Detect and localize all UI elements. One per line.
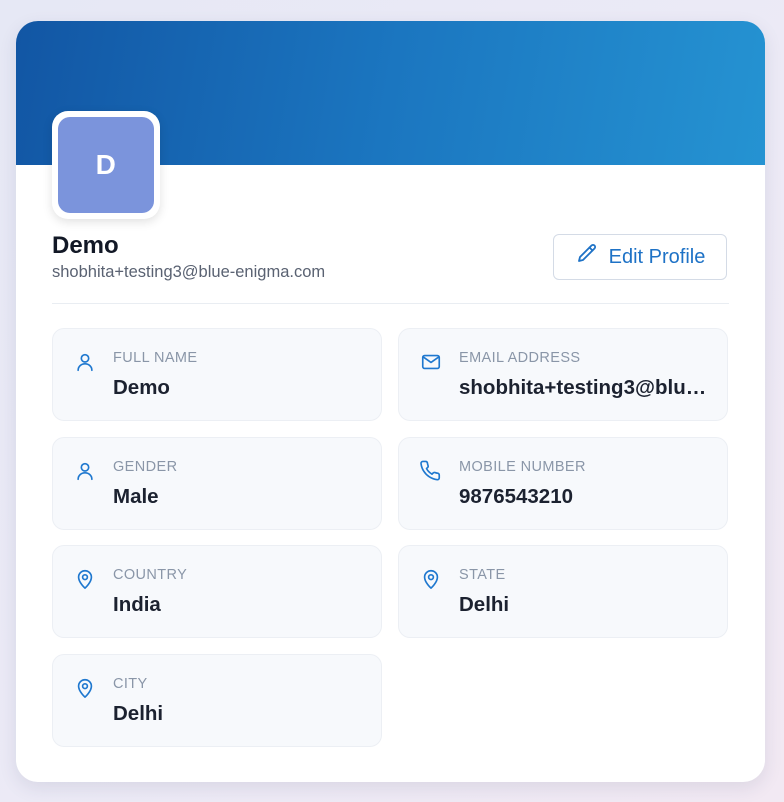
field-value: Male: [113, 485, 159, 508]
user-icon: [74, 460, 96, 482]
profile-name: Demo: [52, 232, 119, 259]
field-country: COUNTRY India: [52, 545, 382, 638]
field-label: FULL NAME: [113, 350, 198, 366]
field-label: COUNTRY: [113, 567, 188, 583]
field-value: Delhi: [459, 593, 510, 616]
field-value: Delhi: [113, 702, 164, 725]
field-label: GENDER: [113, 459, 178, 475]
field-value: India: [113, 593, 161, 616]
map-pin-icon: [420, 568, 442, 590]
field-email-address: EMAIL ADDRESS shobhita+testing3@blue-eni…: [398, 328, 728, 421]
field-label: EMAIL ADDRESS: [459, 350, 581, 366]
field-city: CITY Delhi: [52, 654, 382, 747]
field-value: Demo: [113, 376, 170, 399]
pencil-icon: [575, 242, 599, 272]
avatar-frame: D: [52, 111, 160, 219]
field-value: shobhita+testing3@blue-enigma.com: [459, 376, 711, 399]
avatar: D: [58, 117, 154, 213]
phone-icon: [420, 460, 442, 482]
divider: [52, 303, 729, 304]
edit-profile-button[interactable]: Edit Profile: [553, 234, 727, 280]
field-value: 9876543210: [459, 485, 574, 508]
map-pin-icon: [74, 677, 96, 699]
edit-profile-label: Edit Profile: [608, 245, 706, 268]
field-label: STATE: [459, 567, 506, 583]
profile-card: D Demo shobhita+testing3@blue-enigma.com…: [16, 21, 765, 782]
field-gender: GENDER Male: [52, 437, 382, 530]
field-full-name: FULL NAME Demo: [52, 328, 382, 421]
map-pin-icon: [74, 568, 96, 590]
field-label: CITY: [113, 676, 148, 692]
profile-email: shobhita+testing3@blue-enigma.com: [52, 263, 326, 281]
field-mobile-number: MOBILE NUMBER 9876543210: [398, 437, 728, 530]
field-label: MOBILE NUMBER: [459, 459, 586, 475]
user-icon: [74, 351, 96, 373]
mail-icon: [420, 351, 442, 373]
field-state: STATE Delhi: [398, 545, 728, 638]
